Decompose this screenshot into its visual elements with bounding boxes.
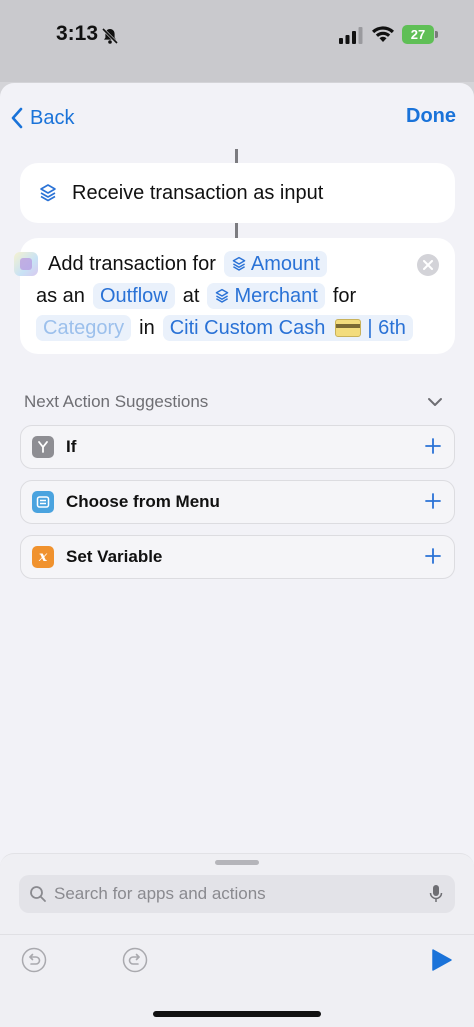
back-button[interactable]: Back: [10, 105, 74, 131]
suggestion-label: Choose from Menu: [66, 492, 220, 511]
action-connector: [235, 223, 238, 238]
bell-slash-icon: [101, 27, 119, 45]
plus-icon: [425, 548, 441, 564]
suggestion-label: If: [66, 437, 77, 456]
action-search-panel: [0, 853, 474, 1027]
suggestions-header: Next Action Suggestions: [24, 392, 209, 411]
close-icon: [423, 260, 433, 270]
plus-icon: [425, 438, 441, 454]
amount-variable-pill[interactable]: Amount: [223, 251, 327, 277]
merchant-variable-pill[interactable]: Merchant: [207, 283, 325, 309]
merchant-label: Merchant: [234, 284, 318, 307]
search-bar[interactable]: [19, 875, 455, 913]
category-pill[interactable]: Category: [36, 315, 132, 341]
action-text: Add transaction for: [48, 252, 216, 275]
variable-icon: x: [32, 546, 54, 568]
search-icon: [30, 886, 46, 902]
outflow-pill[interactable]: Outflow: [92, 283, 175, 309]
status-time: 3:13: [56, 22, 99, 45]
action-line-1: Add transaction for Amount: [14, 250, 327, 278]
action-connector: [235, 149, 238, 163]
account-suffix: | 6th: [367, 316, 406, 339]
suggestion-label: Set Variable: [66, 547, 163, 566]
plus-icon: [425, 493, 441, 509]
redo-icon[interactable]: [122, 947, 148, 973]
action-text: in: [139, 316, 155, 339]
amount-label: Amount: [250, 252, 320, 275]
cellular-signal-icon: [339, 27, 363, 44]
account-label: Citi Custom Cash: [169, 316, 326, 339]
back-label: Back: [30, 106, 75, 129]
undo-icon[interactable]: [21, 947, 47, 973]
app-icon: [14, 252, 38, 276]
action-text: for: [332, 284, 357, 307]
action-line-3: Category in Citi Custom Cash | 6th: [14, 314, 413, 342]
shortcut-editor-sheet: Back Done Receive transaction as input A…: [0, 83, 474, 1027]
menu-icon: [32, 491, 54, 513]
action-text: at: [182, 284, 200, 307]
home-indicator: [153, 1011, 321, 1017]
battery-level: 27: [410, 27, 426, 42]
search-input[interactable]: [54, 884, 414, 904]
branch-icon: [32, 436, 54, 458]
account-pill[interactable]: Citi Custom Cash | 6th: [162, 315, 413, 341]
shortcuts-input-icon: [232, 256, 246, 271]
action-line-2: as an Outflow at Merchant for: [14, 282, 356, 310]
receive-input-action[interactable]: Receive transaction as input: [20, 163, 455, 223]
status-bar: 3:13 27: [0, 0, 474, 82]
play-icon[interactable]: [431, 948, 453, 972]
remove-action-button[interactable]: [417, 254, 439, 276]
divider: [0, 934, 474, 935]
receive-action-text: Receive transaction as input: [72, 181, 324, 204]
done-button[interactable]: Done: [406, 105, 456, 131]
sheet-grabber[interactable]: [215, 860, 259, 865]
suggestion-set-variable[interactable]: x Set Variable: [20, 535, 455, 579]
chevron-left-icon: [11, 107, 23, 129]
action-text: as an: [36, 284, 85, 307]
shortcuts-input-icon: [216, 288, 229, 303]
credit-card-icon: [335, 319, 362, 337]
battery-icon: 27: [402, 25, 438, 44]
suggestion-choose-from-menu[interactable]: Choose from Menu: [20, 480, 455, 524]
microphone-icon[interactable]: [429, 884, 443, 904]
chevron-down-icon[interactable]: [426, 393, 444, 411]
wifi-icon: [372, 26, 394, 42]
shortcuts-input-icon: [40, 184, 56, 202]
suggestion-if[interactable]: If: [20, 425, 455, 469]
